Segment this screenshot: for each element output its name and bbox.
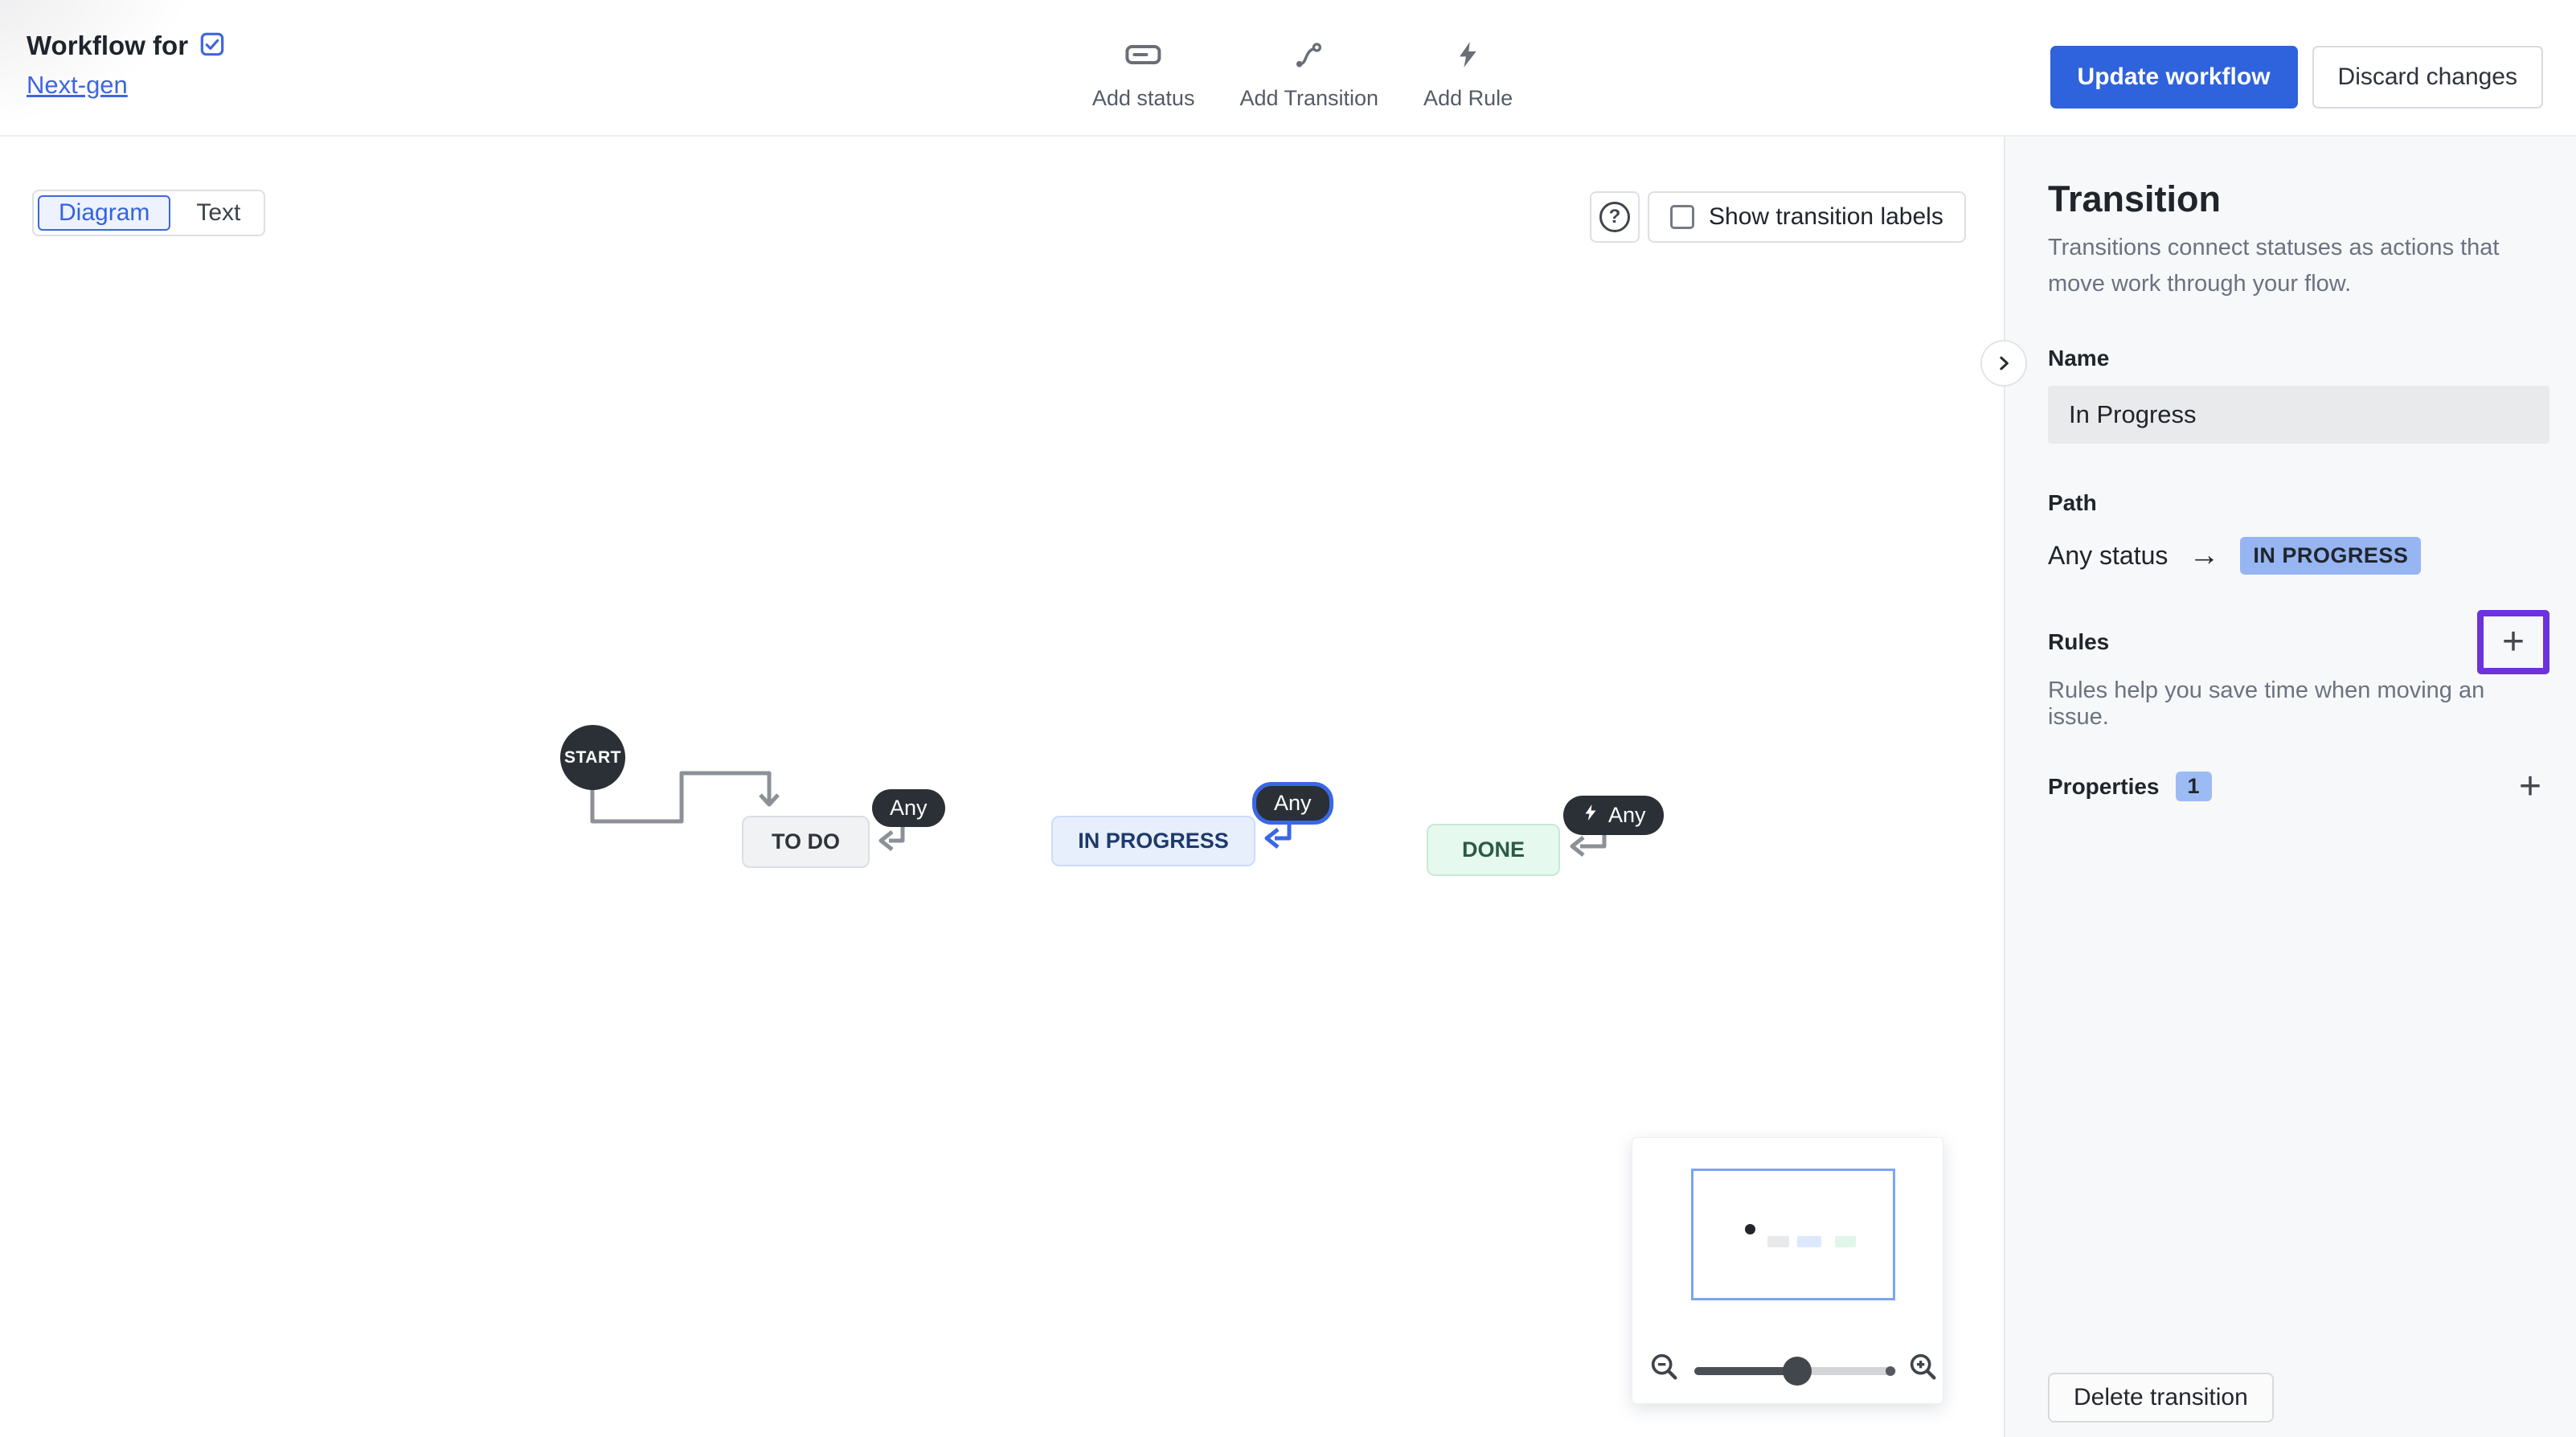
add-rule-button[interactable]: Add Rule xyxy=(1423,39,1513,111)
rules-row: Rules + xyxy=(2048,610,2549,674)
show-transition-labels-control: Show transition labels xyxy=(1648,191,1966,243)
path-row: Any status → IN PROGRESS xyxy=(2048,537,2549,575)
name-label: Name xyxy=(2048,346,2549,371)
question-mark-icon: ? xyxy=(1599,202,1630,232)
panel-description: Transitions connect statuses as actions … xyxy=(2048,230,2549,302)
workflow-editor: Workflow for Next-gen Add sta xyxy=(0,0,2576,1437)
minimap-in-progress-node xyxy=(1797,1236,1821,1247)
header: Workflow for Next-gen Add sta xyxy=(0,0,2576,137)
toolbar: Add status Add Transition xyxy=(1092,0,1513,137)
zoom-in-button[interactable] xyxy=(1907,1351,1939,1387)
transition-pill-label: Any xyxy=(1274,791,1312,816)
show-transition-labels-checkbox[interactable] xyxy=(1670,205,1694,229)
collapse-panel-button[interactable] xyxy=(1980,340,2027,387)
zoom-slider-fill xyxy=(1694,1367,1797,1375)
status-node-start[interactable]: START xyxy=(560,725,625,790)
page-title: Workflow for xyxy=(27,31,188,61)
minimap xyxy=(1632,1137,1943,1404)
zoom-out-button[interactable] xyxy=(1648,1351,1681,1387)
tab-text[interactable]: Text xyxy=(177,195,260,231)
help-button[interactable]: ? xyxy=(1590,191,1640,243)
add-status-label: Add status xyxy=(1092,86,1195,111)
status-node-todo[interactable]: TO DO xyxy=(742,816,870,868)
transition-pill-any-in-progress-selected[interactable]: Any xyxy=(1252,782,1333,825)
transition-panel: Transition Transitions connect statuses … xyxy=(2004,137,2576,1437)
zoom-slider-track[interactable] xyxy=(1694,1367,1896,1375)
header-title-block: Workflow for Next-gen xyxy=(27,31,225,100)
transition-pill-any-done[interactable]: Any xyxy=(1563,796,1664,835)
main: Diagram Text ? Show transition labels xyxy=(0,137,2576,1437)
transition-name-input[interactable] xyxy=(2048,386,2549,444)
minimap-done-node xyxy=(1835,1236,1856,1247)
minimap-todo-node xyxy=(1767,1236,1789,1247)
discard-changes-button[interactable]: Discard changes xyxy=(2312,46,2543,108)
update-workflow-button[interactable]: Update workflow xyxy=(2050,46,2298,108)
add-transition-button[interactable]: Add Transition xyxy=(1239,39,1378,111)
properties-label: Properties xyxy=(2048,774,2160,800)
path-label: Path xyxy=(2048,490,2549,516)
view-toggle: Diagram Text xyxy=(32,190,265,236)
delete-transition-button[interactable]: Delete transition xyxy=(2048,1373,2274,1423)
zoom-slider-end-dot xyxy=(1886,1366,1895,1376)
rule-lightning-icon xyxy=(1581,802,1600,829)
transition-pill-label: Any xyxy=(1608,803,1646,828)
minimap-viewport[interactable] xyxy=(1691,1169,1895,1300)
project-link[interactable]: Next-gen xyxy=(27,71,128,100)
minimap-start-node xyxy=(1745,1224,1755,1234)
add-status-button[interactable]: Add status xyxy=(1092,39,1195,111)
tab-diagram[interactable]: Diagram xyxy=(38,195,170,231)
header-actions: Update workflow Discard changes xyxy=(2050,46,2543,108)
status-lozenge-icon xyxy=(1124,39,1163,75)
path-to-status-lozenge: IN PROGRESS xyxy=(2240,537,2421,575)
diagram-canvas[interactable]: Diagram Text ? Show transition labels xyxy=(0,137,2004,1437)
arrow-right-icon: → xyxy=(2189,538,2219,573)
properties-row: Properties 1 + xyxy=(2048,768,2549,806)
plus-icon: + xyxy=(2502,623,2525,661)
rules-label: Rules xyxy=(2048,629,2109,655)
transition-connector-icon xyxy=(1292,39,1326,75)
lightning-bolt-icon xyxy=(1453,39,1484,75)
transition-pill-any-todo[interactable]: Any xyxy=(872,789,945,827)
checkbox-task-icon xyxy=(199,31,225,61)
add-property-plus-button[interactable]: + xyxy=(2511,768,2549,806)
show-transition-labels-label: Show transition labels xyxy=(1709,203,1943,231)
status-node-in-progress[interactable]: IN PROGRESS xyxy=(1051,816,1255,866)
add-rule-plus-button-focused[interactable]: + xyxy=(2477,610,2549,674)
zoom-slider-thumb[interactable] xyxy=(1783,1357,1812,1386)
add-rule-label: Add Rule xyxy=(1423,86,1513,111)
rules-description: Rules help you save time when moving an … xyxy=(2048,678,2549,731)
plus-icon: + xyxy=(2519,765,2541,808)
status-node-done[interactable]: DONE xyxy=(1427,824,1560,876)
path-from-status: Any status xyxy=(2048,541,2168,571)
chevron-right-icon xyxy=(1992,351,2016,375)
properties-count-badge: 1 xyxy=(2176,772,2212,801)
add-transition-label: Add Transition xyxy=(1239,86,1378,111)
transition-pill-label: Any xyxy=(890,796,928,821)
panel-title: Transition xyxy=(2048,178,2549,220)
